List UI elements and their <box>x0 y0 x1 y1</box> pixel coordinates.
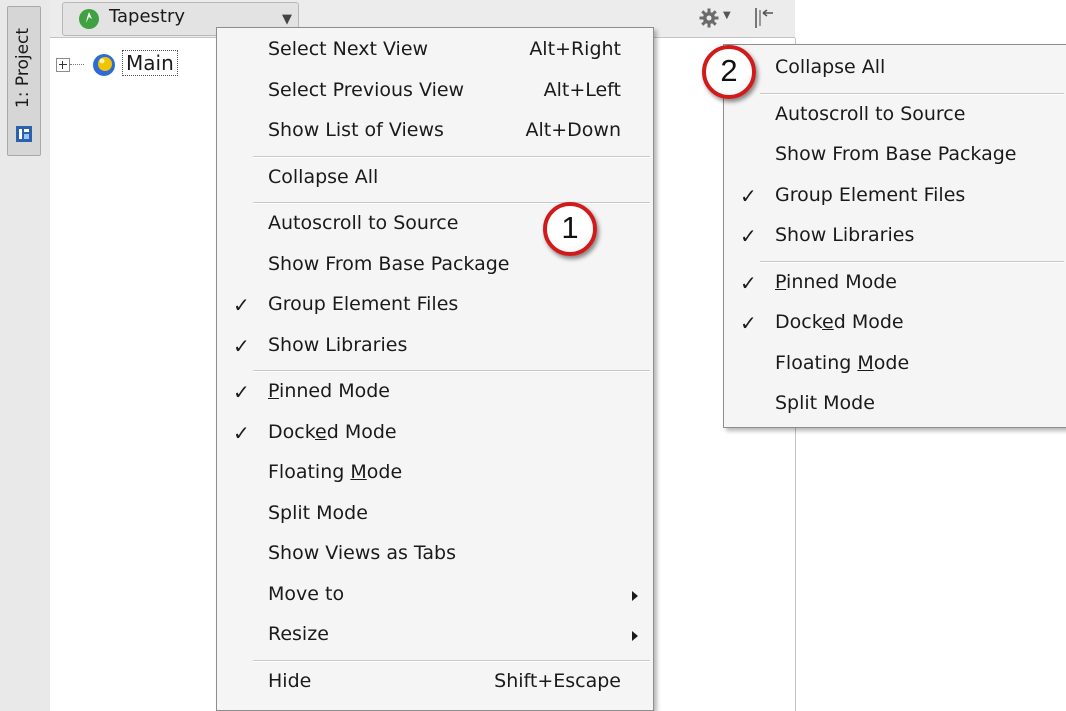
menu-item-select-next-view[interactable]: Select Next View Alt+Right <box>217 32 653 72</box>
menu-item-select-previous-view[interactable]: Select Previous View Alt+Left <box>217 73 653 113</box>
menu-item-move-to[interactable]: Move to <box>217 577 653 617</box>
menu-item-label: Select Previous View <box>268 78 465 101</box>
menu-item-show-from-base-package[interactable]: Show From Base Package <box>724 137 1066 177</box>
submenu-arrow-icon <box>632 631 638 641</box>
menu-item-collapse-all[interactable]: Collapse All <box>724 50 1066 90</box>
checkmark-icon: ✓ <box>233 420 250 445</box>
checkmark-icon: ✓ <box>233 333 250 358</box>
menu-item-show-from-base-package[interactable]: Show From Base Package <box>217 247 653 287</box>
menu-item-show-libraries[interactable]: ✓ Show Libraries <box>217 328 653 368</box>
project-tool-tab[interactable]: 1: Project <box>7 6 41 156</box>
checkmark-icon: ✓ <box>233 380 250 404</box>
checkmark-icon: ✓ <box>740 224 757 248</box>
menu-item-label: Group Element Files <box>268 293 459 315</box>
hide-pin-icon[interactable] <box>752 6 774 30</box>
menu-item-label: Resize <box>268 623 329 645</box>
menu-item-label: Autoscroll to Source <box>268 212 459 234</box>
checkmark-icon: ✓ <box>233 293 250 317</box>
menu-item-split-mode[interactable]: Split Mode <box>724 386 1066 426</box>
menu-separator <box>760 260 1064 263</box>
tree-node-label: Main <box>122 50 178 76</box>
menu-item-label: Split Mode <box>268 501 368 524</box>
left-tool-strip: 1: Project <box>0 0 51 711</box>
menu-item-label: Hide <box>268 669 312 692</box>
menu-item-floating-mode[interactable]: Floating Mode <box>724 346 1066 386</box>
menu-separator <box>253 202 650 204</box>
callout-number-2: 2 <box>720 53 738 88</box>
menu-item-label: Group Element Files <box>775 183 966 206</box>
menu-item-shortcut: Alt+Right <box>529 38 621 60</box>
menu-item-label: Collapse All <box>268 165 379 188</box>
checkmark-icon: ✓ <box>740 183 757 208</box>
menu-item-pinned-mode[interactable]: ✓ Pinned Mode <box>724 265 1066 305</box>
callout-badge-2: 2 <box>702 45 756 99</box>
view-options-menu: Select Next View Alt+Right Select Previous… <box>216 27 654 711</box>
menu-item-show-views-as-tabs[interactable]: Show Views as Tabs <box>217 536 653 576</box>
menu-item-label: Show From Base Package <box>268 252 510 275</box>
view-selector-label: Tapestry <box>109 6 186 27</box>
menu-item-autoscroll-to-source[interactable]: Autoscroll to Source <box>724 97 1066 137</box>
menu-item-label: Show Views as Tabs <box>268 542 456 564</box>
menu-item-label: Floating Mode <box>268 461 403 483</box>
menu-item-pinned-mode[interactable]: ✓ Pinned Mode <box>217 374 653 414</box>
menu-item-shortcut: Alt+Left <box>543 78 621 101</box>
menu-item-shortcut: Alt+Down <box>525 119 621 141</box>
menu-item-show-libraries[interactable]: ✓ Show Libraries <box>724 218 1066 258</box>
tree-connector <box>70 64 84 65</box>
checkmark-icon: ✓ <box>740 311 757 335</box>
menu-item-label: Move to <box>268 582 345 605</box>
menu-item-hide[interactable]: Hide Shift+Escape <box>217 664 653 704</box>
menu-item-label: Show From Base Package <box>775 143 1017 165</box>
menu-item-resize[interactable]: Resize <box>217 617 653 657</box>
callout-number-1: 1 <box>561 210 579 245</box>
menu-separator <box>253 370 650 372</box>
menu-item-label: Collapse All <box>775 56 886 78</box>
menu-item-docked-mode[interactable]: ✓ Docked Mode <box>217 415 653 455</box>
menu-item-label: Split Mode <box>775 392 875 414</box>
menu-item-label: Floating Mode <box>775 351 910 374</box>
checkmark-icon: ✓ <box>740 270 757 295</box>
gear-options-menu: Collapse All Autoscroll to Source Show Fro… <box>723 44 1066 428</box>
project-tab-label: 1: Project <box>13 27 33 109</box>
menu-separator <box>253 659 650 662</box>
project-icon <box>16 126 32 142</box>
expand-plus-icon[interactable] <box>56 58 70 72</box>
menu-item-label: Pinned Mode <box>268 380 390 402</box>
menu-item-docked-mode[interactable]: ✓ Docked Mode <box>724 305 1066 345</box>
menu-item-label: Select Next View <box>268 38 429 60</box>
menu-item-group-element-files[interactable]: ✓ Group Element Files <box>724 178 1066 218</box>
submenu-arrow-icon <box>632 590 638 601</box>
menu-item-floating-mode[interactable]: Floating Mode <box>217 455 653 495</box>
menu-item-group-element-files[interactable]: ✓ Group Element Files <box>217 287 653 327</box>
menu-separator <box>253 155 650 158</box>
menu-item-label: Autoscroll to Source <box>775 102 966 125</box>
menu-item-label: Show Libraries <box>775 224 915 246</box>
menu-item-collapse-all[interactable]: Collapse All <box>217 160 653 200</box>
menu-item-split-mode[interactable]: Split Mode <box>217 496 653 536</box>
gear-caret-icon[interactable]: ▼ <box>723 10 731 21</box>
menu-item-label: Show Libraries <box>268 333 408 356</box>
gear-icon[interactable] <box>698 7 720 29</box>
menu-separator <box>760 92 1064 95</box>
menu-item-label: Docked Mode <box>268 420 397 443</box>
menu-item-shortcut: Shift+Escape <box>494 669 621 692</box>
callout-badge-1: 1 <box>543 202 597 256</box>
menu-item-label: Show List of Views <box>268 119 444 141</box>
module-icon <box>93 54 115 76</box>
tapestry-icon <box>79 9 99 29</box>
menu-item-show-list-of-views[interactable]: Show List of Views Alt+Down <box>217 113 653 153</box>
chevron-down-icon: ▼ <box>282 12 292 27</box>
menu-item-label: Docked Mode <box>775 311 904 333</box>
menu-item-label: Pinned Mode <box>775 270 897 293</box>
